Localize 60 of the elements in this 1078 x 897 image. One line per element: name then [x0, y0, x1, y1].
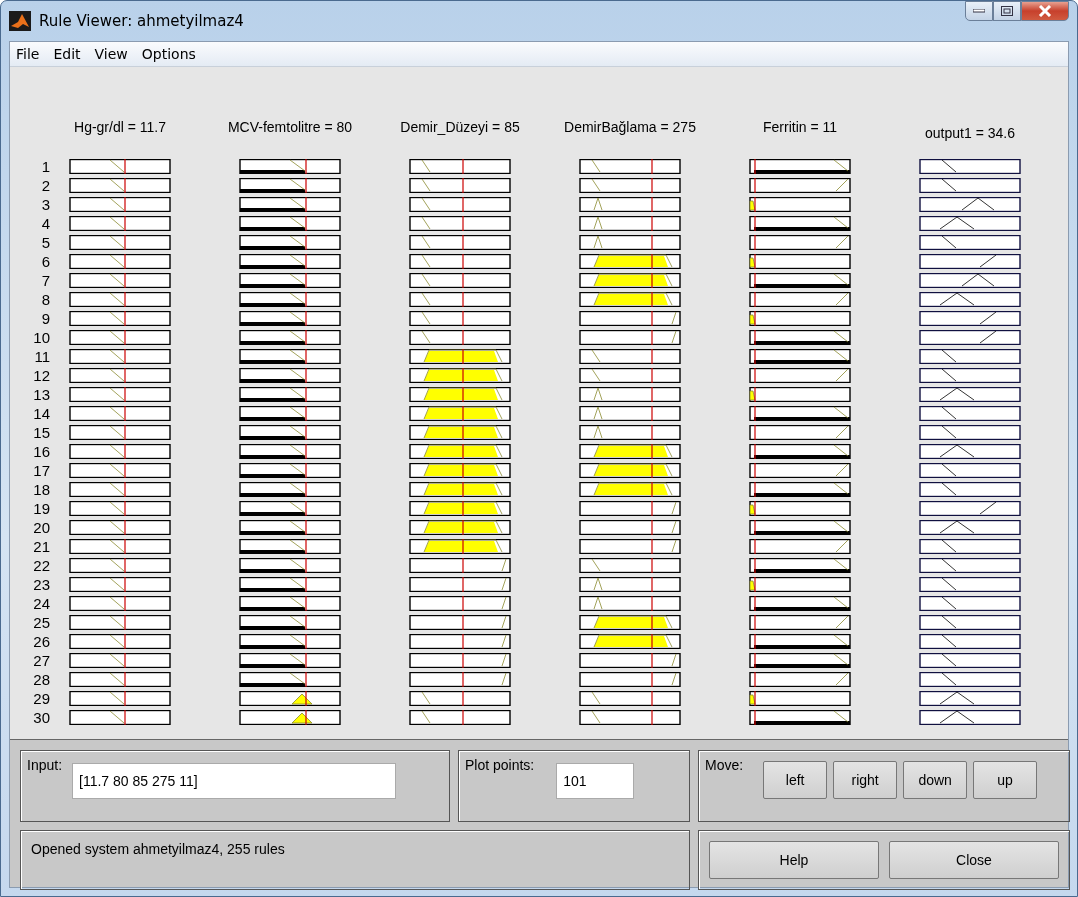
move-button[interactable]: down [903, 761, 968, 799]
move-label: Move: [705, 757, 744, 773]
rule-number: 17 [32, 463, 50, 478]
rule-number: 16 [32, 444, 50, 459]
rule-number: 8 [40, 292, 50, 307]
rule-number: 1 [40, 159, 50, 174]
rule-number: 18 [32, 482, 50, 497]
close-button[interactable] [1021, 1, 1069, 21]
rule-number: 29 [32, 691, 50, 706]
app-icon [9, 11, 31, 31]
rule-number: 5 [40, 235, 50, 250]
rule-number: 2 [40, 178, 50, 193]
rule-number: 22 [32, 558, 50, 573]
rule-number: 21 [32, 539, 50, 554]
move-button[interactable]: up [973, 761, 1038, 799]
minimize-icon [973, 9, 985, 13]
rule-number: 23 [32, 577, 50, 592]
rule-number: 13 [32, 387, 50, 402]
input-field[interactable]: [11.7 80 85 275 11] [72, 763, 397, 799]
rule-number: 27 [32, 653, 50, 668]
maximize-button[interactable] [993, 1, 1021, 21]
rule-number: 7 [40, 273, 50, 288]
rule-number: 10 [32, 330, 50, 345]
variable-label: DemirBağlama = 275 [563, 119, 697, 137]
variable-label: Hg-gr/dl = 11.7 [73, 119, 167, 137]
dialog-button[interactable]: Close [889, 841, 1059, 879]
rule-number: 26 [32, 634, 50, 649]
rule-number: 24 [32, 596, 50, 611]
rule-number: 11 [33, 349, 50, 364]
rule-number: 30 [32, 710, 50, 725]
rule-number: 25 [32, 615, 50, 630]
window-title: Rule Viewer: ahmetyilmaz4 [39, 12, 244, 30]
rule-number: 15 [32, 425, 50, 440]
variable-label: output1 = 34.6 [924, 125, 1016, 139]
rule-number: 14 [32, 406, 50, 421]
rule-number: 19 [32, 501, 50, 516]
variable-label: Demir_Düzeyi = 85 [399, 119, 521, 137]
rule-number: 12 [32, 368, 50, 383]
rule-number: 9 [40, 311, 50, 326]
menu-item[interactable]: Options [139, 44, 198, 64]
move-button[interactable]: left [763, 761, 828, 799]
rule-number: 28 [32, 672, 50, 687]
rule-number: 6 [40, 254, 50, 269]
rule-number: 3 [40, 197, 50, 212]
plot-points-field[interactable]: 101 [556, 763, 635, 799]
dialog-button[interactable]: Help [709, 841, 879, 879]
maximize-icon [1001, 6, 1013, 16]
move-button[interactable]: right [833, 761, 898, 799]
rule-number: 4 [40, 216, 50, 231]
minimize-button[interactable] [965, 1, 993, 21]
close-icon [1038, 5, 1052, 17]
variable-label: Ferritin = 11 [761, 119, 838, 137]
variable-label: MCV-femtolitre = 80 [226, 119, 354, 137]
input-label: Input: [27, 757, 63, 773]
menu-item[interactable]: File [14, 44, 42, 64]
rule-number: 20 [32, 520, 50, 535]
menu-item[interactable]: Edit [51, 44, 83, 64]
plot-points-label: Plot points: [465, 757, 535, 773]
menu-item[interactable]: View [92, 44, 130, 64]
status-message: Opened system ahmetyilmaz4, 255 rules [31, 841, 285, 857]
